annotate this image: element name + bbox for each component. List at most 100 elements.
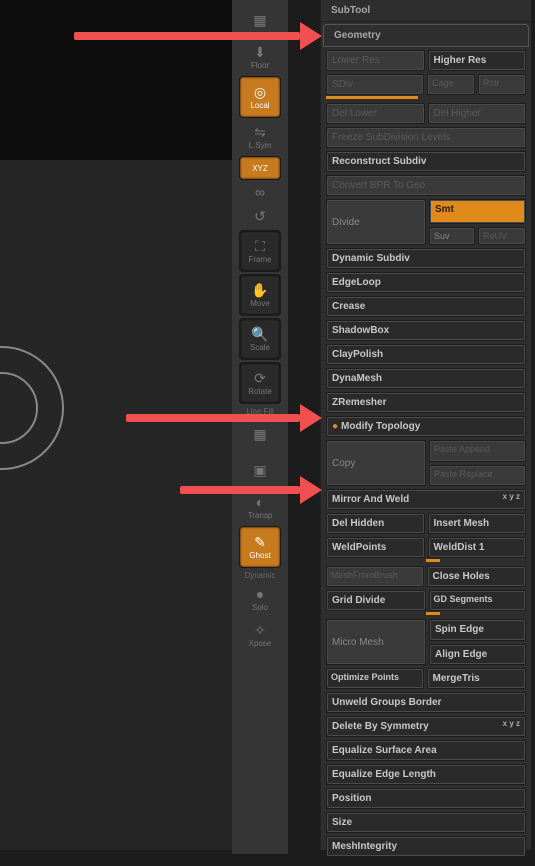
delete-sym-label: Delete By Symmetry bbox=[332, 721, 429, 732]
lsym-icon: ⇋ bbox=[254, 125, 266, 139]
rotate-icon: ⟳ bbox=[254, 371, 266, 385]
history-icon: ↺ bbox=[254, 209, 266, 223]
geometry-header[interactable]: Geometry bbox=[323, 24, 529, 47]
floor-icon: ⬇ bbox=[254, 45, 266, 59]
local-button[interactable]: ◎Local bbox=[239, 76, 281, 118]
subtool-header[interactable]: SubTool bbox=[321, 0, 531, 22]
transp-label: Transp bbox=[248, 511, 273, 520]
link-icon: ∞ bbox=[255, 185, 265, 199]
claypolish-header[interactable]: ClayPolish bbox=[326, 344, 526, 365]
link-button[interactable]: ∞ bbox=[240, 182, 280, 204]
position-header[interactable]: Position bbox=[326, 788, 526, 809]
micro-mesh-button[interactable]: Micro Mesh bbox=[326, 619, 426, 665]
linefill-icon: ▦ bbox=[253, 427, 266, 441]
paste-replace-button[interactable]: Paste Replace bbox=[429, 465, 526, 487]
solo-button[interactable]: ● Solo bbox=[240, 582, 280, 616]
transp-icon: ◐ bbox=[256, 495, 264, 509]
modify-topology-header[interactable]: ●Modify Topology bbox=[326, 416, 526, 437]
gd-segments-slider[interactable]: GD Segments bbox=[429, 590, 527, 611]
align-edge-button[interactable]: Align Edge bbox=[429, 644, 526, 666]
mesh-integrity-header[interactable]: MeshIntegrity bbox=[326, 836, 526, 857]
right-toolstrip: ▦ ⬇ Floor ◎Local ⇋ L.Sym XYZ ∞ ↺ ⛶ Frame ✋M… bbox=[232, 0, 288, 854]
shadowbox-header[interactable]: ShadowBox bbox=[326, 320, 526, 341]
floor-button[interactable]: ⬇ Floor bbox=[240, 40, 280, 74]
frame-icon: ⛶ bbox=[255, 239, 265, 253]
frame-button[interactable]: ⛶ Frame bbox=[239, 230, 281, 272]
delete-by-symmetry-button[interactable]: Delete By Symmetryx y z bbox=[326, 716, 526, 737]
xpose-label: Xpose bbox=[249, 639, 272, 648]
spin-edge-button[interactable]: Spin Edge bbox=[429, 619, 526, 641]
history-button[interactable]: ↺ bbox=[240, 206, 280, 228]
sdiv-indicator bbox=[326, 96, 418, 99]
dynamesh-header[interactable]: DynaMesh bbox=[326, 368, 526, 389]
del-hidden-button[interactable]: Del Hidden bbox=[326, 513, 425, 534]
xpose-button[interactable]: ✧ Xpose bbox=[240, 618, 280, 652]
paste-append-button[interactable]: Paste Append bbox=[429, 440, 526, 462]
local-icon: ◎ bbox=[254, 85, 266, 99]
rotate-button[interactable]: ⟳ Rotate bbox=[239, 362, 281, 404]
rotate-label: Rotate bbox=[248, 387, 272, 396]
suv-button[interactable]: Suv bbox=[429, 227, 475, 245]
xpose-icon: ✧ bbox=[254, 623, 266, 637]
weld-points-button[interactable]: WeldPoints bbox=[326, 537, 425, 558]
scale-icon: 🔍 bbox=[251, 327, 268, 341]
mesh-from-brush-button[interactable]: MeshFromBrush bbox=[326, 566, 424, 587]
grid-button[interactable]: ▦ bbox=[240, 4, 280, 38]
del-lower-button[interactable]: Del Lower bbox=[326, 103, 425, 124]
copy-button[interactable]: Copy bbox=[326, 440, 426, 486]
size-header[interactable]: Size bbox=[326, 812, 526, 833]
insert-mesh-button[interactable]: Insert Mesh bbox=[428, 513, 527, 534]
higher-res-button[interactable]: Higher Res bbox=[428, 50, 527, 71]
tool-panel: SubTool Geometry Lower Res Higher Res SD… bbox=[320, 0, 531, 850]
dynamic-subdiv-header[interactable]: Dynamic Subdiv bbox=[326, 248, 526, 269]
divide-button[interactable]: Divide bbox=[326, 199, 426, 245]
persp-button[interactable]: ▣ bbox=[240, 454, 280, 488]
zremesher-header[interactable]: ZRemesher bbox=[326, 392, 526, 413]
reuv-button[interactable]: ReUV bbox=[478, 227, 526, 245]
solo-icon: ● bbox=[256, 587, 264, 601]
persp-icon: ▣ bbox=[253, 463, 266, 477]
rstr-button[interactable]: Rstr bbox=[478, 74, 526, 95]
gdseg-indicator bbox=[426, 612, 440, 615]
grid-divide-button[interactable]: Grid Divide bbox=[326, 590, 426, 611]
equalize-area-button[interactable]: Equalize Surface Area bbox=[326, 740, 526, 761]
edgeloop-header[interactable]: EdgeLoop bbox=[326, 272, 526, 293]
del-higher-button[interactable]: Del Higher bbox=[428, 103, 527, 124]
convert-bpr-button[interactable]: Convert BPR To Geo bbox=[326, 175, 526, 196]
grid-icon: ▦ bbox=[253, 13, 266, 27]
ghost-icon: ✎ bbox=[254, 535, 266, 549]
solo-label: Solo bbox=[252, 603, 268, 612]
viewport-top bbox=[0, 0, 232, 160]
optimize-points-button[interactable]: Optimize Points bbox=[326, 668, 424, 689]
ghost-button[interactable]: ✎Ghost bbox=[239, 526, 281, 568]
frame-label: Frame bbox=[248, 255, 271, 264]
linefill-button[interactable]: ▦ bbox=[240, 418, 280, 452]
close-holes-button[interactable]: Close Holes bbox=[427, 566, 527, 587]
transp-button[interactable]: ◐ Transp bbox=[240, 490, 280, 524]
smt-button[interactable]: Smt bbox=[429, 199, 526, 224]
reconstruct-subdiv-button[interactable]: Reconstruct Subdiv bbox=[326, 151, 526, 172]
sdiv-slider[interactable]: SDiv bbox=[326, 74, 424, 95]
cage-button[interactable]: Cage bbox=[427, 74, 475, 95]
equalize-edge-button[interactable]: Equalize Edge Length bbox=[326, 764, 526, 785]
merge-tris-button[interactable]: MergeTris bbox=[427, 668, 527, 689]
expand-dot-icon: ● bbox=[332, 421, 338, 432]
floor-label: Floor bbox=[251, 61, 269, 70]
scale-button[interactable]: 🔍Scale bbox=[239, 318, 281, 360]
lsym-label: L.Sym bbox=[249, 141, 272, 150]
lsym-button[interactable]: ⇋ L.Sym bbox=[240, 120, 280, 154]
mirror-weld-label: Mirror And Weld bbox=[332, 494, 409, 505]
weld-dist-slider[interactable]: WeldDist 1 bbox=[428, 537, 527, 558]
mirror-weld-axis-icon: x y z bbox=[503, 492, 520, 501]
unweld-groups-button[interactable]: Unweld Groups Border bbox=[326, 692, 526, 713]
crease-header[interactable]: Crease bbox=[326, 296, 526, 317]
move-label: Move bbox=[250, 299, 270, 308]
modify-topology-label: Modify Topology bbox=[341, 421, 420, 432]
freeze-subdiv-button[interactable]: Freeze SubDivision Levels bbox=[326, 127, 526, 148]
move-button[interactable]: ✋Move bbox=[239, 274, 281, 316]
mirror-and-weld-button[interactable]: Mirror And Weld x y z bbox=[326, 489, 526, 510]
xyz-button[interactable]: XYZ bbox=[239, 156, 281, 180]
lower-res-button[interactable]: Lower Res bbox=[326, 50, 425, 71]
xyz-label: XYZ bbox=[252, 164, 268, 173]
welddist-indicator bbox=[426, 559, 440, 562]
